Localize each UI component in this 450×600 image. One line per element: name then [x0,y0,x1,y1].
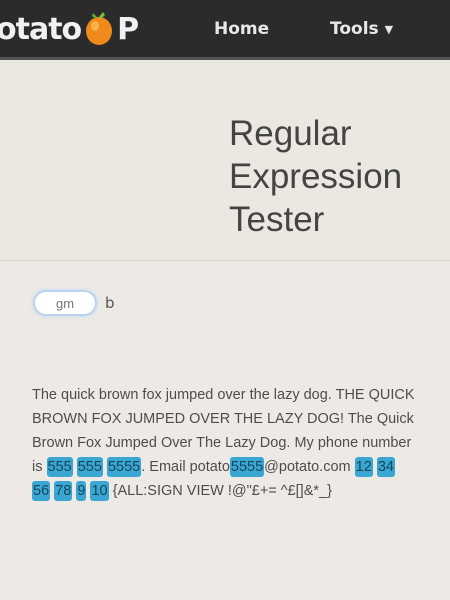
regex-match-highlight: 5555 [106,457,142,477]
regex-match-highlight: 10 [90,481,109,501]
regex-match-highlight: 555 [46,457,73,477]
potato-logo-icon [82,12,116,46]
regex-match-highlight: 9 [76,481,87,501]
regex-match-highlight: 34 [376,457,395,477]
test-text-segment: @potato.com [264,459,355,475]
logo-text-left: otato [0,11,82,47]
regex-flags-row: b [33,290,115,316]
test-text-segment: . Email potato [141,459,230,475]
flags-suffix-text: b [105,294,115,312]
test-text-segment: {ALL:SIGN VIEW !@"£+= ^£[]&*_} [108,483,332,499]
logo-text-right: P [117,11,139,47]
regex-match-highlight: 56 [32,481,51,501]
regex-match-highlight: 555 [76,457,103,477]
page-title: Regular Expression Tester [229,114,403,239]
regex-match-highlight: 78 [54,481,73,501]
nav-tools-label: Tools [330,19,379,39]
site-logo[interactable]: otato P [0,10,139,48]
regex-match-highlight: 5555 [229,457,265,477]
regex-flags-input[interactable] [33,290,97,316]
nav-tools-dropdown[interactable]: Tools ▼ [330,19,393,39]
nav-home-link[interactable]: Home [214,19,269,39]
hero-banner: Regular Expression Tester [0,60,450,261]
test-string-output[interactable]: The quick brown fox jumped over the lazy… [32,383,416,503]
nav-home-label: Home [214,19,270,39]
regex-match-highlight: 12 [354,457,373,477]
chevron-down-icon: ▼ [384,22,394,36]
top-navigation-bar: otato P Home Tools ▼ [0,0,450,60]
